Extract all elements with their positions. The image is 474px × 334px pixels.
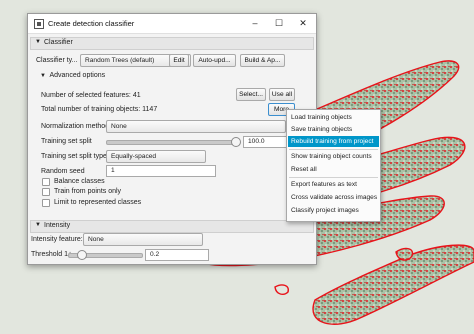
build-apply-button[interactable]: Build & Ap... xyxy=(240,54,285,67)
menu-item-classify-project[interactable]: Classify project images xyxy=(288,205,379,216)
advanced-options-label: Advanced options xyxy=(49,72,106,79)
classifier-type-value: Random Trees (default) xyxy=(85,57,155,64)
menu-item-load-training[interactable]: Load training objects xyxy=(288,112,379,123)
menu-item-rebuild-training[interactable]: Rebuild training from project xyxy=(288,136,379,147)
training-split-field[interactable]: 100.0 xyxy=(243,136,288,148)
limit-represented-checkbox[interactable] xyxy=(42,199,50,207)
chevron-down-icon: ▼ xyxy=(40,73,46,79)
training-split-slider-thumb[interactable] xyxy=(231,137,241,147)
menu-item-export-features[interactable]: Export features as text xyxy=(288,179,379,190)
chevron-down-icon: ▼ xyxy=(35,222,41,228)
auto-update-button[interactable]: Auto-upd... xyxy=(193,54,236,67)
balance-classes-checkbox[interactable] xyxy=(42,178,50,186)
title-bar[interactable]: Create detection classifier – ☐ ✕ xyxy=(28,14,316,34)
window-title: Create detection classifier xyxy=(48,19,135,28)
intensity-section-header[interactable]: ▼ Intensity xyxy=(30,220,314,233)
menu-separator xyxy=(289,177,378,178)
edit-button[interactable]: Edit xyxy=(169,54,189,67)
classifier-section-label: Classifier xyxy=(44,39,73,46)
selected-features-text: Number of selected features: 41 xyxy=(41,92,141,99)
more-context-menu: Load training objects Save training obje… xyxy=(286,109,381,222)
maximize-icon[interactable]: ☐ xyxy=(268,14,290,33)
normalization-label: Normalization method xyxy=(41,123,110,130)
intensity-feature-value: None xyxy=(88,236,104,243)
intensity-section-label: Intensity xyxy=(44,222,71,229)
training-split-label: Training set split xyxy=(41,138,92,145)
create-detection-classifier-dialog: Create detection classifier – ☐ ✕ ▼ Clas… xyxy=(27,13,317,265)
train-from-points-checkbox[interactable] xyxy=(42,188,50,196)
normalization-value: None xyxy=(111,123,127,130)
threshold-field[interactable]: 0.2 xyxy=(145,249,209,261)
menu-item-cross-validate[interactable]: Cross validate across images xyxy=(288,192,379,203)
threshold-label: Threshold 1+ xyxy=(31,251,73,258)
classifier-type-label: Classifier ty... xyxy=(36,57,78,64)
use-all-button[interactable]: Use all xyxy=(269,88,295,101)
train-from-points-label: Train from points only xyxy=(54,188,122,195)
menu-item-reset-all[interactable]: Reset all xyxy=(288,164,379,175)
split-type-combo[interactable]: Equally-spaced xyxy=(106,150,206,163)
balance-classes-label: Balance classes xyxy=(54,178,105,185)
split-type-label: Training set split type xyxy=(41,153,107,160)
close-icon[interactable]: ✕ xyxy=(292,14,314,33)
intensity-feature-label: Intensity feature: xyxy=(31,236,83,243)
split-type-value: Equally-spaced xyxy=(111,153,157,160)
threshold-slider-thumb[interactable] xyxy=(76,250,87,260)
limit-represented-label: Limit to represented classes xyxy=(54,199,142,206)
app-icon xyxy=(34,19,44,29)
random-seed-field[interactable]: 1 xyxy=(106,165,216,177)
menu-separator xyxy=(289,149,378,150)
menu-item-save-training[interactable]: Save training objects xyxy=(288,124,379,135)
chevron-down-icon: ▼ xyxy=(35,39,41,45)
normalization-combo[interactable]: None xyxy=(106,120,286,133)
classifier-section-header[interactable]: ▼ Classifier xyxy=(30,37,314,50)
menu-item-show-counts[interactable]: Show training object counts xyxy=(288,151,379,162)
advanced-options-toggle[interactable]: ▼ Advanced options xyxy=(40,72,105,79)
random-seed-label: Random seed xyxy=(41,168,85,175)
intensity-feature-combo[interactable]: None xyxy=(83,233,203,246)
minimize-icon[interactable]: – xyxy=(244,14,266,33)
select-features-button[interactable]: Select... xyxy=(236,88,266,101)
training-objects-text: Total number of training objects: 1147 xyxy=(41,106,158,113)
training-split-slider[interactable] xyxy=(106,140,238,145)
